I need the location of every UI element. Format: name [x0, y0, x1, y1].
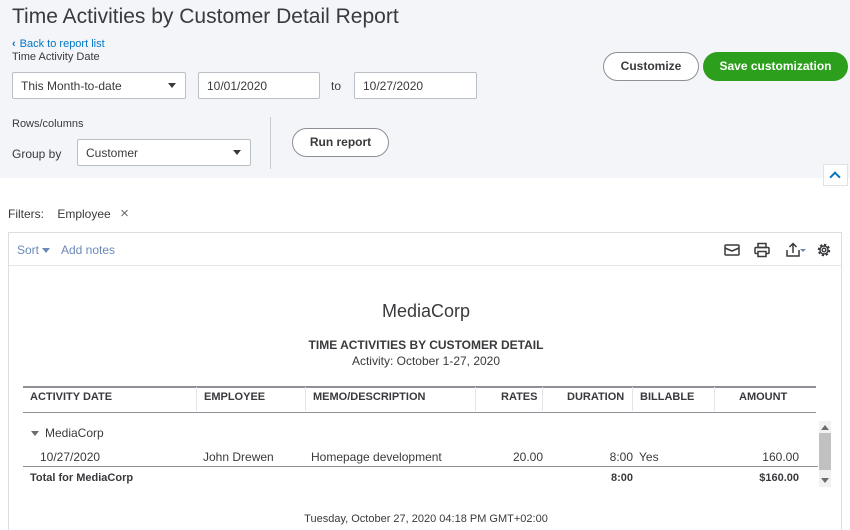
group-label: MediaCorp — [45, 426, 104, 440]
column-divider — [305, 387, 306, 411]
to-date-input[interactable]: 10/27/2020 — [354, 72, 477, 99]
filters-label: Filters: — [8, 207, 44, 221]
filters-bar: Filters: Employee × — [8, 205, 129, 222]
remove-filter-icon[interactable]: × — [120, 205, 129, 222]
column-divider — [542, 387, 543, 411]
chevron-left-icon: ‹ — [12, 38, 16, 50]
cell-amount[interactable]: 160.00 — [719, 450, 799, 464]
total-rule — [23, 466, 818, 467]
column-divider — [196, 387, 197, 411]
email-icon[interactable] — [723, 242, 741, 258]
chevron-up-icon — [829, 171, 841, 183]
rows-columns-label: Rows/columns — [12, 118, 84, 130]
page-title: Time Activities by Customer Detail Repor… — [12, 5, 399, 28]
from-date-input[interactable]: 10/01/2020 — [198, 72, 320, 99]
cell-memo[interactable]: Homepage development — [311, 450, 442, 464]
column-header-memo[interactable]: MEMO/DESCRIPTION — [313, 391, 425, 403]
group-by-label: Group by — [12, 147, 62, 161]
cell-rates[interactable]: 20.00 — [479, 450, 543, 464]
run-report-button[interactable]: Run report — [292, 128, 389, 157]
scroll-down-icon[interactable] — [821, 478, 829, 483]
cell-employee[interactable]: John Drewen — [203, 450, 274, 464]
column-header-employee[interactable]: EMPLOYEE — [204, 391, 265, 403]
collapse-triangle-icon[interactable] — [31, 431, 39, 437]
add-notes-link[interactable]: Add notes — [61, 243, 115, 257]
filter-chip-employee[interactable]: Employee — [57, 207, 110, 221]
report-toolbar: Sort Add notes — [9, 233, 841, 266]
total-label: Total for MediaCorp — [30, 472, 134, 484]
divider — [270, 117, 271, 169]
column-divider — [475, 387, 476, 411]
report-title: TIME ACTIVITIES BY CUSTOMER DETAIL — [308, 338, 544, 352]
export-icon[interactable] — [785, 242, 807, 258]
sort-label: Sort — [17, 243, 40, 257]
group-row-mediacorp[interactable]: MediaCorp — [31, 426, 104, 440]
save-customization-button[interactable]: Save customization — [703, 52, 848, 81]
column-divider — [632, 387, 633, 411]
report-card: Sort Add notes MediaCorp TIME ACTIVITIES… — [8, 232, 842, 530]
column-header-rates[interactable]: RATES — [501, 391, 537, 403]
back-to-report-list-link[interactable]: ‹ Back to report list — [12, 38, 105, 50]
scrollbar-thumb[interactable] — [819, 433, 831, 470]
table-top-rule — [23, 386, 816, 388]
scroll-up-icon[interactable] — [821, 425, 829, 430]
chevron-down-icon — [168, 83, 176, 88]
cell-duration[interactable]: 8:00 — [569, 450, 633, 464]
column-header-activity-date[interactable]: ACTIVITY DATE — [30, 391, 112, 403]
back-link-label: Back to report list — [19, 38, 105, 50]
sort-dropdown[interactable]: Sort — [17, 243, 51, 257]
column-header-duration[interactable]: DURATION — [567, 391, 624, 403]
chevron-down-icon — [42, 248, 51, 254]
date-range-value: This Month-to-date — [21, 79, 122, 93]
to-label: to — [331, 79, 342, 93]
table-header-rule — [23, 412, 816, 413]
report-subtitle: Activity: October 1-27, 2020 — [351, 354, 501, 368]
group-by-value: Customer — [86, 146, 139, 160]
column-divider — [714, 387, 715, 411]
column-header-billable[interactable]: BILLABLE — [640, 391, 694, 403]
customize-button[interactable]: Customize — [603, 52, 699, 81]
settings-gear-icon[interactable] — [815, 242, 833, 258]
column-header-amount[interactable]: AMOUNT — [739, 391, 787, 403]
report-footer-timestamp: Tuesday, October 27, 2020 04:18 PM GMT+0… — [304, 513, 548, 525]
cell-billable[interactable]: Yes — [639, 450, 659, 464]
group-by-select[interactable]: Customer — [77, 139, 251, 166]
date-range-select[interactable]: This Month-to-date — [12, 72, 186, 99]
report-settings-panel: Time Activities by Customer Detail Repor… — [0, 0, 850, 178]
company-name: MediaCorp — [381, 301, 471, 321]
print-icon[interactable] — [753, 242, 771, 258]
time-activity-date-label: Time Activity Date — [12, 51, 100, 63]
total-duration[interactable]: 8:00 — [569, 472, 633, 484]
chevron-down-icon — [233, 150, 241, 155]
total-amount[interactable]: $160.00 — [719, 472, 799, 484]
collapse-panel-button[interactable] — [823, 164, 848, 186]
cell-activity-date[interactable]: 10/27/2020 — [40, 450, 100, 464]
